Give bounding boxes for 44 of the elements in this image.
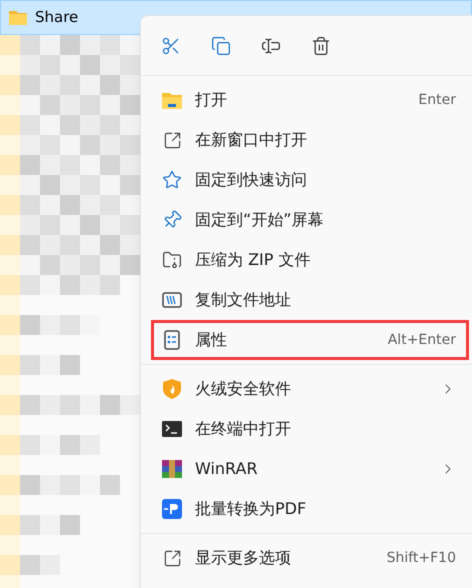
menu-item-label: 批量转换为PDF [195,498,306,520]
menu-item-label: 火绒安全软件 [195,378,291,400]
menu-item-label: 在新窗口中打开 [195,129,307,151]
shield-icon [163,379,181,399]
file-name: Share [35,7,78,28]
menu-item-label: 压缩为 ZIP 文件 [195,249,310,271]
path-icon [162,292,182,308]
folder-icon [9,10,27,25]
shortcut-text: Shift+F10 [386,548,456,568]
menu-item-label: 固定到“开始”屏幕 [195,209,324,231]
external-window-icon [162,130,182,150]
menu-item-label: WinRAR [195,458,258,480]
menu-item[interactable]: 在终端中打开 [151,409,469,449]
terminal-icon [162,421,182,437]
folder-icon [162,91,182,109]
menu-item-label: 在终端中打开 [195,418,291,440]
menu-item[interactable]: 压缩为 ZIP 文件 [151,240,469,280]
copy-icon [211,36,231,56]
menu-item[interactable]: 批量转换为PDF [151,489,469,529]
menu-item[interactable]: 属性 Alt+Enter [151,320,469,360]
properties-icon [164,330,180,350]
menu-item[interactable]: 在新窗口中打开 [151,120,469,160]
menu-item-label: 显示更多选项 [195,547,291,569]
more-options-icon [162,548,182,568]
menu-item[interactable]: 火绒安全软件 [151,369,469,409]
menu-item[interactable]: 固定到“开始”屏幕 [151,200,469,240]
menu-item[interactable]: 固定到快速访问 [151,160,469,200]
menu-item-label: 固定到快速访问 [195,169,307,191]
books-stack-icon [162,460,182,478]
menu-item-label: 打开 [195,89,227,111]
menu-item[interactable]: 复制文件地址 [151,280,469,320]
menu-item-label: 属性 [195,329,227,351]
menu-item[interactable]: 打开 Enter [151,80,469,120]
pdf-convert-icon [162,499,182,519]
star-icon [162,170,182,190]
menu-item[interactable]: WinRAR [151,449,469,489]
zip-folder-icon [162,250,182,270]
menu-item-label: 复制文件地址 [195,289,291,311]
trash-icon [311,36,331,56]
scissors-icon [161,36,181,56]
rename-icon [261,36,281,56]
shortcut-text: Enter [418,90,456,110]
menu-item[interactable]: 显示更多选项 Shift+F10 [151,538,469,578]
shortcut-text: Alt+Enter [388,330,456,350]
